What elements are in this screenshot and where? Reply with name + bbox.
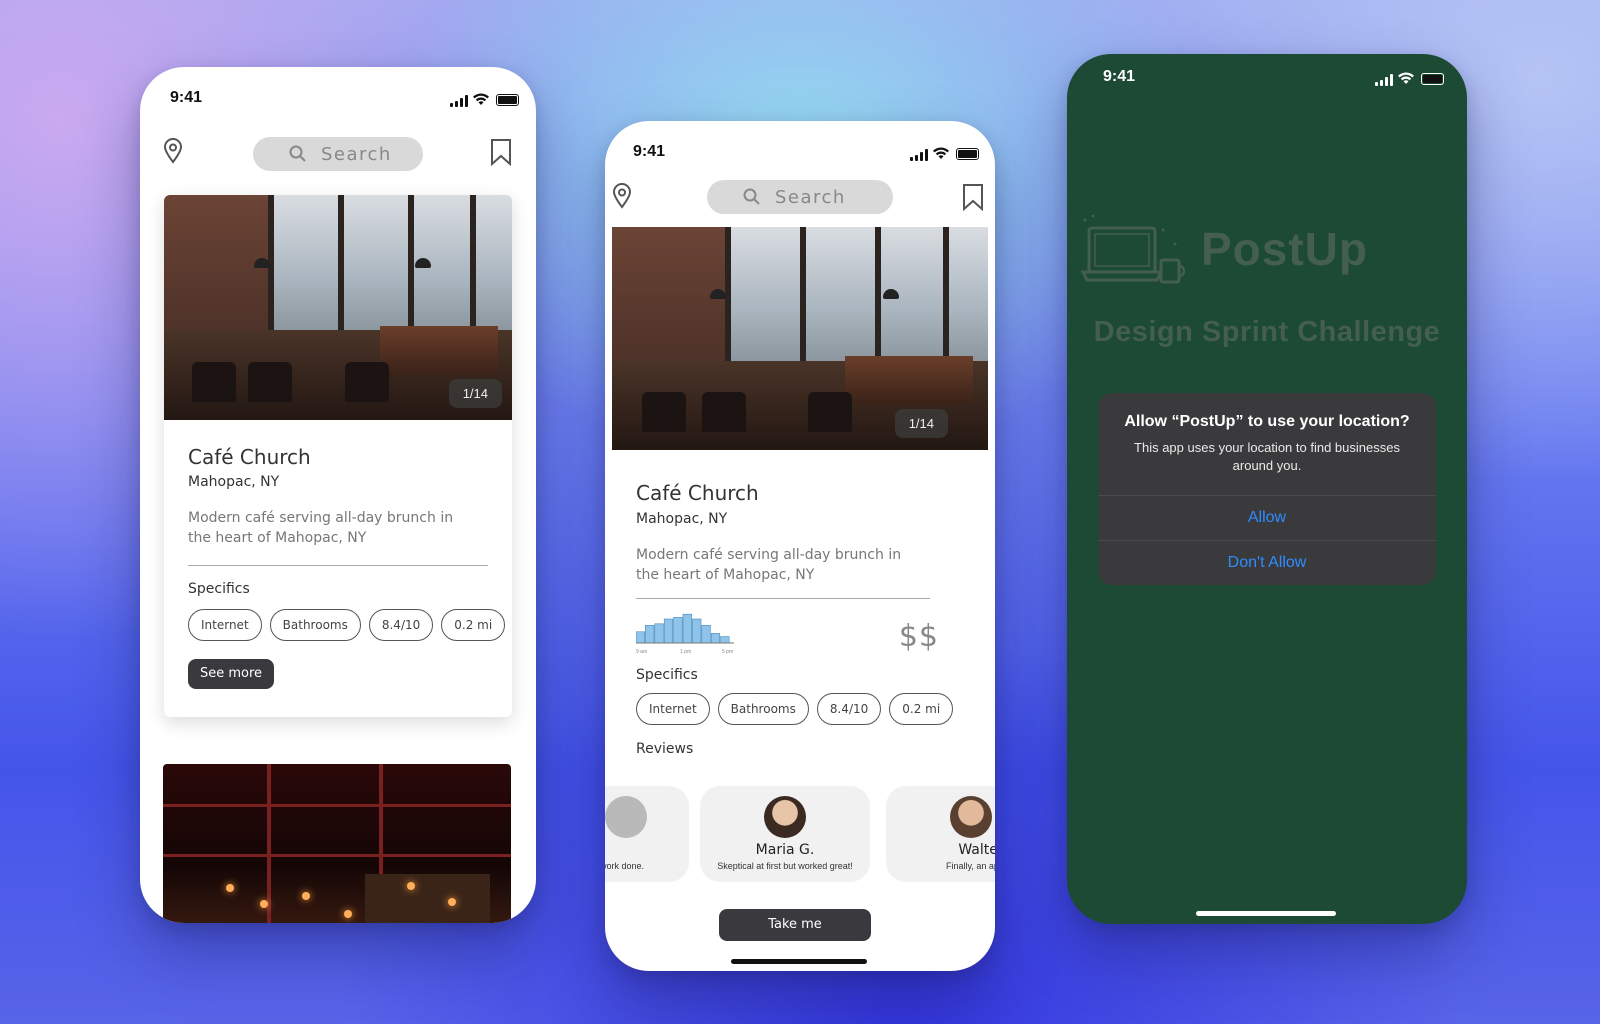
reviewer-name: Walter: [958, 842, 995, 858]
chip-distance[interactable]: 0.2 mi: [441, 609, 506, 641]
next-place-photo[interactable]: [163, 764, 511, 923]
dialog-message: This app uses your location to find busi…: [1134, 440, 1400, 473]
chart-x-label: 5 pm: [722, 649, 733, 655]
status-bar: 9:41: [1067, 68, 1467, 92]
location-pin-icon[interactable]: [162, 138, 184, 164]
app-logo: PostUp: [1079, 214, 1459, 294]
dont-allow-button[interactable]: Don't Allow: [1098, 540, 1436, 585]
reviewer-name: P.: [605, 842, 649, 858]
status-bar: 9:41: [605, 143, 995, 167]
battery-icon: [496, 94, 519, 106]
chart-x-label: 9 am: [636, 649, 647, 655]
place-location: Mahopac, NY: [188, 474, 280, 490]
busyness-bar: [654, 623, 664, 644]
take-me-button[interactable]: Take me: [719, 909, 871, 941]
busyness-bar: [682, 613, 692, 644]
chip-bathrooms[interactable]: Bathrooms: [717, 693, 809, 725]
search-placeholder: Search: [775, 187, 846, 208]
wifi-icon: [933, 147, 949, 159]
specifics-chips: Internet Bathrooms 8.4/10 0.2 mi: [636, 693, 954, 725]
phone-screen-list: 9:41 Search 1/14 Café Church Mahopac, NY…: [140, 67, 536, 923]
battery-icon: [956, 148, 979, 160]
avatar: [605, 796, 647, 838]
chip-rating[interactable]: 8.4/10: [368, 609, 434, 641]
review-card[interactable]: Walter Finally, an app that do: [886, 786, 995, 882]
location-pin-icon[interactable]: [611, 183, 633, 209]
place-card[interactable]: 1/14 Café Church Mahopac, NY Modern café…: [164, 195, 512, 717]
place-description: Modern café serving all-day brunch in th…: [188, 510, 454, 546]
specifics-label: Specifics: [188, 581, 250, 597]
reviews-label: Reviews: [636, 741, 694, 757]
phone-screen-permission: 9:41 PostUp Design Sprint Challenge Allo…: [1067, 54, 1467, 924]
place-name: Café Church: [188, 445, 311, 469]
bookmark-icon[interactable]: [961, 183, 985, 211]
chip-internet[interactable]: Internet: [636, 693, 710, 725]
chip-bathrooms[interactable]: Bathrooms: [269, 609, 361, 641]
review-text: Finally, an app that do: [946, 861, 995, 871]
specifics-label: Specifics: [636, 667, 698, 683]
wifi-icon: [1398, 72, 1414, 84]
review-text: ch work done.: [605, 861, 645, 871]
price-level: $$: [898, 619, 939, 654]
app-name: PostUp: [1201, 223, 1368, 275]
dialog-title: Allow “PostUp” to use your location?: [1124, 413, 1410, 430]
status-time: 9:41: [1103, 68, 1136, 85]
place-name: Café Church: [636, 481, 759, 505]
busyness-bar: [636, 631, 645, 644]
review-card[interactable]: Maria G. Skeptical at first but worked g…: [700, 786, 870, 882]
search-input[interactable]: Search: [707, 180, 893, 214]
busyness-bar: [720, 636, 730, 644]
photo-counter: 1/14: [894, 409, 948, 438]
search-placeholder: Search: [321, 144, 392, 165]
battery-icon: [1421, 73, 1444, 85]
location-permission-dialog: Allow “PostUp” to use your location? Thi…: [1098, 393, 1436, 585]
laptop-coffee-icon: [1080, 214, 1186, 284]
allow-button[interactable]: Allow: [1098, 495, 1436, 540]
busyness-bar: [663, 618, 674, 644]
busyness-chart: 9 am 1 pm 5 pm: [636, 613, 734, 655]
search-icon: [289, 145, 306, 162]
photo-counter: 1/14: [448, 379, 502, 408]
busyness-bar: [710, 633, 721, 644]
wifi-icon: [473, 93, 489, 105]
search-icon: [743, 188, 760, 205]
tagline: Design Sprint Challenge: [1093, 316, 1441, 348]
place-description: Modern café serving all-day brunch in th…: [636, 547, 902, 583]
divider: [636, 598, 930, 599]
avatar: [950, 796, 992, 838]
search-input[interactable]: Search: [253, 137, 423, 171]
phone-screen-detail: 9:41 Search 1/14 Café Church Mahopac, NY…: [605, 121, 995, 971]
specifics-chips: Internet Bathrooms 8.4/10 0.2 mi: [188, 609, 506, 641]
avatar: [764, 796, 806, 838]
place-photo[interactable]: 1/14: [612, 227, 988, 450]
reviewer-name: Maria G.: [755, 842, 815, 858]
chart-x-label: 1 pm: [680, 649, 691, 655]
home-indicator[interactable]: [731, 959, 867, 964]
home-indicator[interactable]: [1196, 911, 1336, 916]
see-more-button[interactable]: See more: [188, 659, 274, 689]
chip-internet[interactable]: Internet: [188, 609, 262, 641]
status-time: 9:41: [170, 89, 203, 106]
status-time: 9:41: [633, 143, 666, 160]
busyness-bar: [645, 625, 655, 644]
review-card[interactable]: P. ch work done.: [605, 786, 689, 882]
busyness-bar: [701, 625, 711, 644]
review-text: Skeptical at first but worked great!: [717, 861, 853, 871]
place-photo[interactable]: 1/14: [164, 195, 512, 420]
bookmark-icon[interactable]: [489, 138, 513, 166]
chip-rating[interactable]: 8.4/10: [816, 693, 882, 725]
status-bar: 9:41: [140, 89, 536, 113]
chip-distance[interactable]: 0.2 mi: [889, 693, 954, 725]
divider: [188, 565, 488, 566]
busyness-bar: [692, 618, 702, 644]
place-location: Mahopac, NY: [636, 511, 728, 527]
busyness-bar: [673, 617, 683, 644]
